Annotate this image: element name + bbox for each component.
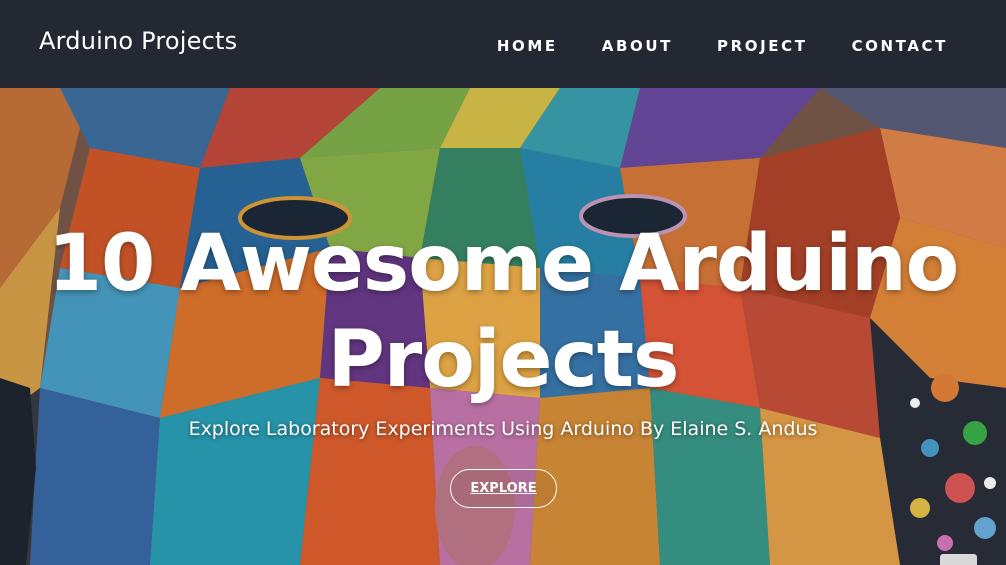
nav-item-project: PROJECT: [717, 36, 808, 55]
navbar: Arduino Projects HOME ABOUT PROJECT CONT…: [0, 0, 1006, 88]
brand-logo[interactable]: Arduino Projects: [39, 27, 237, 55]
hero-content: 10 Awesome Arduino Projects Explore Labo…: [0, 88, 1006, 565]
hero-title: 10 Awesome Arduino Projects: [0, 216, 1006, 408]
nav-link-project[interactable]: PROJECT: [717, 37, 808, 55]
scroll-to-top-button[interactable]: [940, 554, 977, 565]
hero-title-line-2: Projects: [327, 315, 680, 405]
nav-link-about[interactable]: ABOUT: [602, 37, 673, 55]
nav-link-home[interactable]: HOME: [497, 37, 558, 55]
nav-link-contact[interactable]: CONTACT: [852, 37, 948, 55]
nav-item-home: HOME: [497, 36, 558, 55]
explore-button[interactable]: EXPLORE: [450, 469, 557, 508]
nav-item-about: ABOUT: [602, 36, 673, 55]
nav-links: HOME ABOUT PROJECT CONTACT: [497, 36, 948, 55]
nav-item-contact: CONTACT: [852, 36, 948, 55]
hero-section: 10 Awesome Arduino Projects Explore Labo…: [0, 88, 1006, 565]
hero-subtitle: Explore Laboratory Experiments Using Ard…: [188, 418, 818, 440]
hero-title-line-1: 10 Awesome Arduino: [47, 219, 959, 309]
